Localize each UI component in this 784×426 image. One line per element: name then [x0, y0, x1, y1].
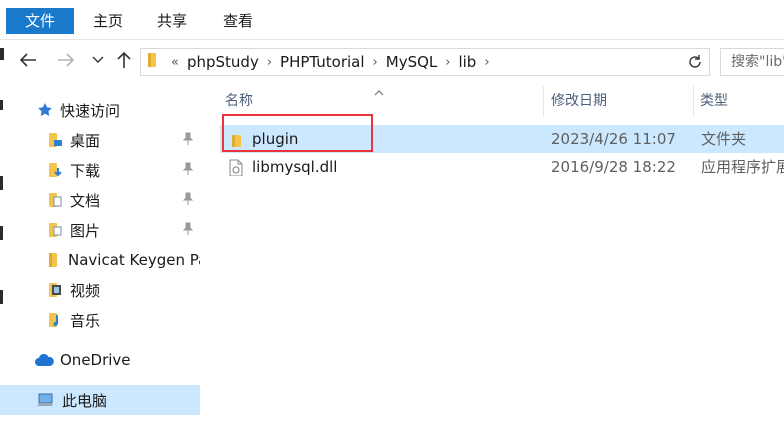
documents-folder-icon: [46, 191, 64, 209]
nav-label: 桌面: [70, 131, 101, 150]
arrow-up-icon: [117, 51, 131, 68]
window-edge: [0, 100, 3, 110]
search-input[interactable]: 搜索"lib": [720, 48, 784, 76]
pin-icon[interactable]: [182, 132, 194, 150]
nav-label: 图片: [70, 221, 101, 240]
file-type: 应用程序扩展: [701, 158, 784, 176]
ribbon: 文件 主页 共享 查看: [0, 0, 784, 40]
chevron-right-icon[interactable]: ›: [373, 55, 378, 70]
nav-label: 下载: [70, 161, 101, 180]
nav-label: OneDrive: [60, 351, 131, 369]
nav-quick-access[interactable]: 快速访问: [0, 95, 200, 125]
overflow-crumb[interactable]: «: [171, 55, 179, 70]
folder-icon: [147, 52, 161, 72]
nav-this-pc[interactable]: 此电脑: [0, 385, 200, 415]
window-edge: [0, 290, 3, 304]
highlight-box: [222, 114, 373, 152]
column-divider[interactable]: [543, 86, 544, 116]
arrow-left-icon: [19, 53, 36, 67]
downloads-folder-icon: [46, 161, 64, 179]
nav-label: 此电脑: [62, 391, 108, 410]
cloud-icon: [34, 351, 54, 369]
nav-label: 快速访问: [60, 101, 121, 120]
file-modified: 2023/4/26 11:07: [551, 130, 676, 148]
forward-button[interactable]: [54, 48, 78, 72]
star-icon: [36, 101, 54, 119]
dll-file-icon: [228, 158, 244, 176]
file-type: 文件夹: [701, 130, 747, 148]
file-modified: 2016/9/28 18:22: [551, 158, 676, 176]
pictures-folder-icon: [46, 221, 64, 239]
nav-navicat-keygen[interactable]: Navicat Keygen Pa: [0, 245, 200, 275]
refresh-icon: [689, 55, 701, 68]
chevron-right-icon[interactable]: ›: [267, 55, 272, 70]
nav-desktop[interactable]: 桌面: [0, 125, 200, 155]
nav-documents[interactable]: 文档: [0, 185, 200, 215]
nav-label: 视频: [70, 281, 101, 300]
breadcrumb-lib[interactable]: lib: [458, 53, 476, 71]
pin-icon[interactable]: [182, 162, 194, 180]
column-header-type[interactable]: 类型: [700, 82, 784, 120]
tab-view[interactable]: 查看: [218, 8, 258, 34]
window-edge: [0, 176, 3, 190]
nav-pictures[interactable]: 图片: [0, 215, 200, 245]
chevron-down-icon: [92, 56, 104, 63]
nav-music[interactable]: 音乐: [0, 305, 200, 335]
tab-share[interactable]: 共享: [152, 8, 192, 34]
desktop-folder-icon: [46, 131, 64, 149]
address-bar[interactable]: « phpStudy › PHPTutorial › MySQL › lib ›: [140, 48, 710, 76]
nav-downloads[interactable]: 下载: [0, 155, 200, 185]
folder-icon: [46, 251, 62, 269]
navigation-row: « phpStudy › PHPTutorial › MySQL › lib ›…: [0, 40, 784, 82]
nav-label: Navicat Keygen Pa: [68, 251, 200, 269]
videos-folder-icon: [46, 281, 64, 299]
breadcrumb-phpstudy[interactable]: phpStudy: [187, 53, 259, 71]
list-item[interactable]: libmysql.dll 2016/9/28 18:22 应用程序扩展: [220, 153, 784, 181]
arrow-right-icon: [58, 53, 75, 67]
column-divider[interactable]: [693, 86, 694, 116]
tab-file[interactable]: 文件: [6, 8, 74, 34]
refresh-button[interactable]: [682, 49, 708, 75]
window-edge: [0, 226, 3, 240]
chevron-right-icon[interactable]: ›: [484, 55, 489, 70]
chevron-right-icon[interactable]: ›: [445, 55, 450, 70]
nav-label: 文档: [70, 191, 101, 210]
pin-icon[interactable]: [182, 192, 194, 210]
breadcrumb-mysql[interactable]: MySQL: [386, 53, 438, 71]
column-header-modified[interactable]: 修改日期: [551, 82, 691, 120]
navigation-pane: 快速访问 桌面 下载 文档 图片 Navicat Keygen Pa 视频 音乐…: [0, 90, 205, 426]
file-name: libmysql.dll: [252, 158, 338, 176]
music-folder-icon: [46, 311, 64, 329]
up-button[interactable]: [112, 48, 136, 72]
window-edge: [0, 48, 4, 60]
pin-icon[interactable]: [182, 222, 194, 240]
nav-videos[interactable]: 视频: [0, 275, 200, 305]
computer-icon: [36, 391, 56, 409]
tab-home[interactable]: 主页: [88, 8, 128, 34]
recent-locations-button[interactable]: [86, 48, 110, 72]
back-button[interactable]: [16, 48, 40, 72]
nav-onedrive[interactable]: OneDrive: [0, 345, 200, 375]
nav-label: 音乐: [70, 311, 101, 330]
breadcrumb-phptutorial[interactable]: PHPTutorial: [280, 53, 365, 71]
